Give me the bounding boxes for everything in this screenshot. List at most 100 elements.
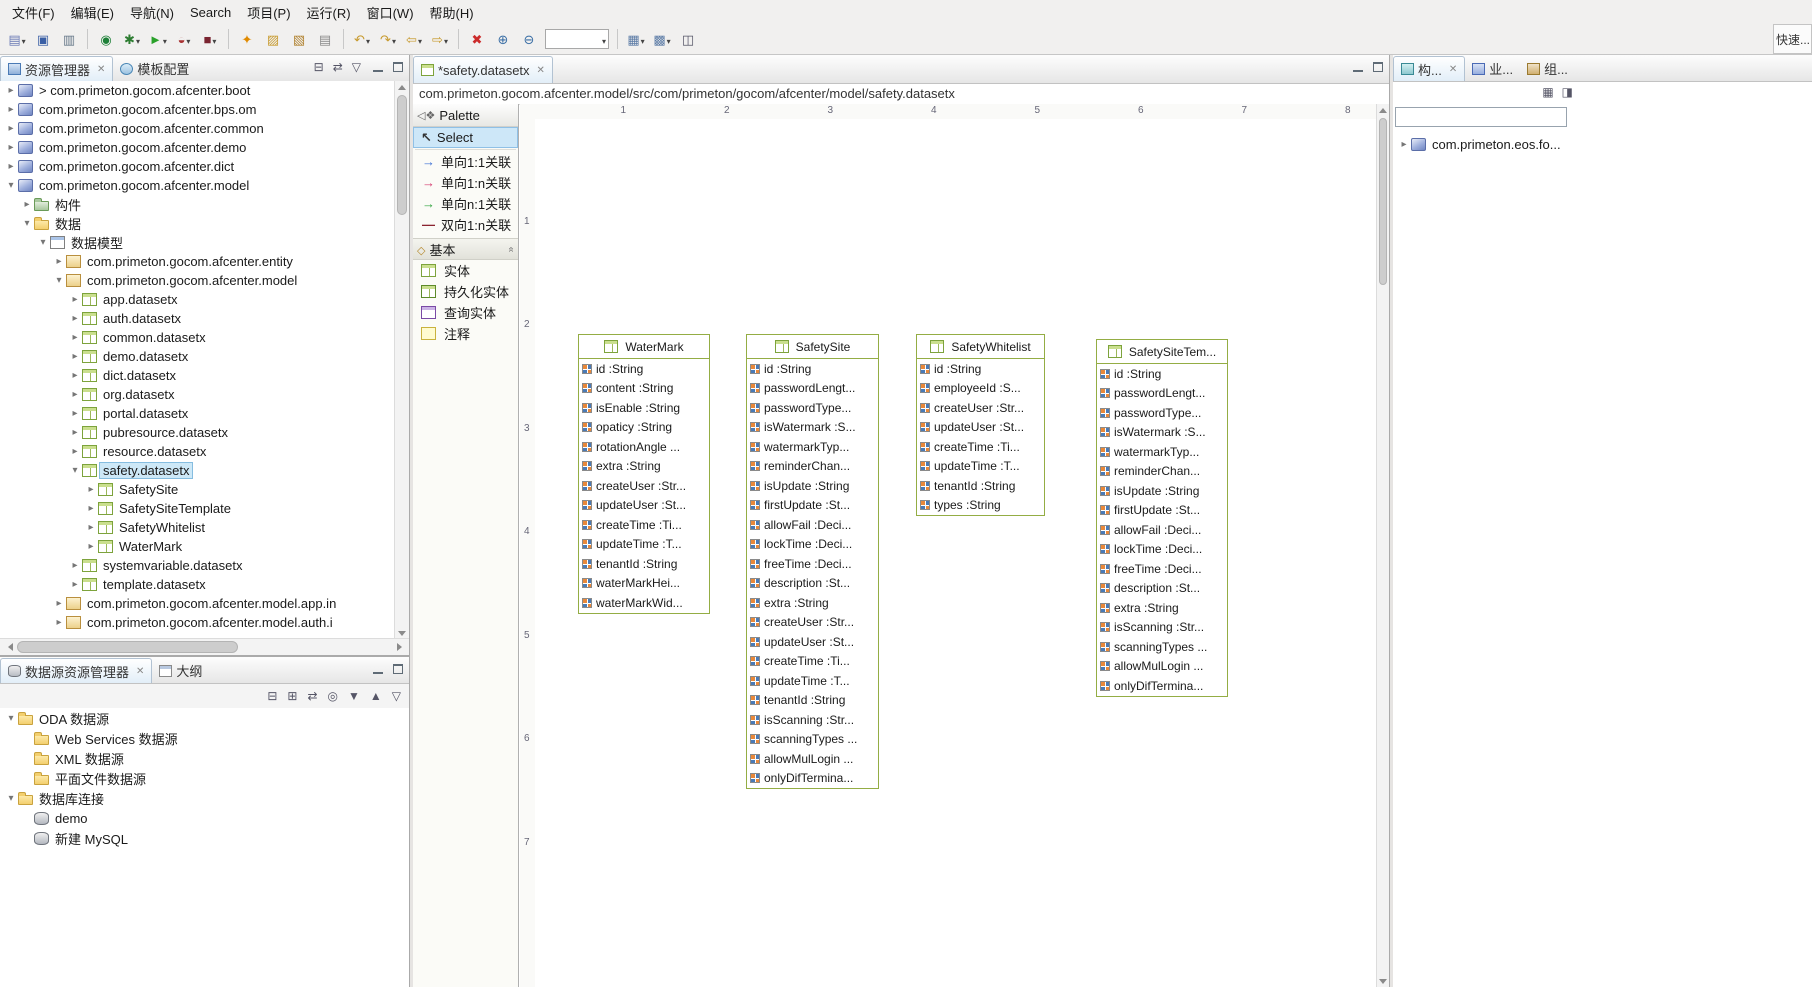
tab-template-config[interactable]: 模板配置: [113, 56, 196, 81]
chevron-right-icon[interactable]: [68, 446, 82, 457]
tree-item[interactable]: template.datasetx: [0, 575, 395, 594]
chevron-right-icon[interactable]: [68, 389, 82, 400]
editor-vertical-scrollbar[interactable]: [1376, 104, 1389, 987]
tab-resource-explorer[interactable]: 资源管理器: [0, 56, 113, 81]
entity-attribute[interactable]: lockTime :Deci...: [1097, 540, 1227, 560]
entity-attribute[interactable]: firstUpdate :St...: [747, 496, 878, 516]
tab-business[interactable]: 业...: [1465, 56, 1520, 81]
minimize-icon[interactable]: [372, 664, 384, 674]
explorer-horizontal-scrollbar[interactable]: [0, 638, 409, 655]
entity-attribute[interactable]: extra :String: [579, 457, 709, 477]
set-default-icon[interactable]: ◎: [328, 689, 338, 703]
tree-item[interactable]: XML 数据源: [0, 748, 409, 768]
entity-attribute[interactable]: createTime :Ti...: [747, 652, 878, 672]
chevron-right-icon[interactable]: [4, 85, 18, 96]
tree-item[interactable]: 构件: [0, 195, 395, 214]
menu-help[interactable]: 帮助(H): [422, 0, 482, 25]
chevron-down-icon[interactable]: [68, 465, 82, 476]
export-config-icon[interactable]: ▲: [370, 689, 382, 703]
entity-attribute[interactable]: extra :String: [747, 593, 878, 613]
chevron-right-icon[interactable]: [84, 541, 98, 552]
debug-button[interactable]: ✱: [120, 28, 144, 50]
scroll-right-icon[interactable]: [393, 639, 409, 655]
tree-item[interactable]: SafetySite: [0, 480, 395, 499]
entity-attribute[interactable]: onlyDifTermina...: [747, 769, 878, 789]
chevron-right-icon[interactable]: [68, 294, 82, 305]
back-button[interactable]: ⇦: [402, 28, 426, 50]
tree-item[interactable]: 数据: [0, 214, 395, 233]
chevron-right-icon[interactable]: [68, 313, 82, 324]
tree-item[interactable]: app.datasetx: [0, 290, 395, 309]
tree-item[interactable]: demo: [0, 808, 409, 828]
palette-tool-relation[interactable]: →单向1:1关联: [413, 151, 518, 172]
palette-icon[interactable]: ❖: [425, 110, 435, 122]
entity-attribute[interactable]: isWatermark :S...: [1097, 423, 1227, 443]
entity-attribute[interactable]: tenantId :String: [747, 691, 878, 711]
entity-attribute[interactable]: passwordLengt...: [747, 379, 878, 399]
search-button[interactable]: ✦: [235, 28, 259, 50]
external-tools-button[interactable]: ■: [198, 28, 222, 50]
quick-access-box[interactable]: 快速...: [1773, 24, 1812, 54]
zoom-out-button[interactable]: ⊖: [517, 28, 541, 50]
tree-item[interactable]: systemvariable.datasetx: [0, 556, 395, 575]
palette-section-basic[interactable]: 基本: [413, 238, 518, 260]
tree-item[interactable]: common.datasetx: [0, 328, 395, 347]
entity-attribute[interactable]: lockTime :Deci...: [747, 535, 878, 555]
chevron-right-icon[interactable]: [68, 351, 82, 362]
palette-view-button[interactable]: ▩: [650, 28, 674, 50]
scroll-left-icon[interactable]: [0, 639, 16, 655]
tree-item[interactable]: Web Services 数据源: [0, 728, 409, 748]
entity-attribute[interactable]: watermarkTyp...: [747, 437, 878, 457]
chevron-down-icon[interactable]: [22, 32, 26, 47]
tree-item[interactable]: dict.datasetx: [0, 366, 395, 385]
menu-edit[interactable]: 编辑(E): [63, 0, 122, 25]
import-component-icon[interactable]: ▦: [1542, 85, 1553, 99]
close-icon[interactable]: [537, 65, 545, 76]
view-menu-icon[interactable]: ▽: [392, 689, 401, 703]
chevron-down-icon[interactable]: [392, 32, 396, 47]
entity-attribute[interactable]: watermarkTyp...: [1097, 442, 1227, 462]
tree-item[interactable]: com.primeton.gocom.afcenter.model: [0, 176, 395, 195]
chevron-right-icon[interactable]: [68, 560, 82, 571]
palette-tool-relation[interactable]: →单向1:n关联: [413, 172, 518, 193]
tree-item[interactable]: com.primeton.gocom.afcenter.demo: [0, 138, 395, 157]
scrollbar-thumb[interactable]: [17, 641, 238, 653]
entity-attribute[interactable]: id :String: [579, 359, 709, 379]
start-server-button[interactable]: ◉: [94, 28, 118, 50]
entity-attribute[interactable]: id :String: [747, 359, 878, 379]
chevron-right-icon[interactable]: [68, 370, 82, 381]
chevron-down-icon[interactable]: [418, 32, 422, 47]
entity-attribute[interactable]: freeTime :Deci...: [1097, 559, 1227, 579]
component-filter-input[interactable]: [1395, 107, 1567, 127]
chevron-down-icon[interactable]: [20, 218, 34, 229]
tree-item[interactable]: com.primeton.gocom.afcenter.model.app.in: [0, 594, 395, 613]
entity-attribute[interactable]: isUpdate :String: [747, 476, 878, 496]
tab-groups[interactable]: 组...: [1520, 56, 1575, 81]
chevron-down-icon[interactable]: [163, 32, 167, 47]
entity-attribute[interactable]: firstUpdate :St...: [1097, 501, 1227, 521]
zoom-in-button[interactable]: ⊕: [491, 28, 515, 50]
entity-attribute[interactable]: opaticy :String: [579, 418, 709, 438]
breadcrumb[interactable]: com.primeton.gocom.afcenter.model/src/co…: [413, 84, 1389, 105]
menu-project[interactable]: 项目(P): [239, 0, 298, 25]
tree-item[interactable]: SafetySiteTemplate: [0, 499, 395, 518]
undo-button[interactable]: ↶: [350, 28, 374, 50]
entity-attribute[interactable]: isScanning :Str...: [747, 710, 878, 730]
entity-attribute[interactable]: reminderChan...: [1097, 462, 1227, 482]
tree-item[interactable]: pubresource.datasetx: [0, 423, 395, 442]
chevron-down-icon[interactable]: [52, 275, 66, 286]
entity-attribute[interactable]: passwordType...: [1097, 403, 1227, 423]
link-with-editor-icon[interactable]: ⇄: [307, 689, 317, 703]
tab-components[interactable]: 构...: [1393, 56, 1465, 81]
tree-item[interactable]: > com.primeton.gocom.afcenter.boot: [0, 81, 395, 100]
entity-box[interactable]: SafetySiteTem...id :StringpasswordLengt.…: [1096, 339, 1228, 697]
chevron-right-icon[interactable]: [4, 161, 18, 172]
tree-item[interactable]: demo.datasetx: [0, 347, 395, 366]
palette-header[interactable]: ◁❖ Palette: [413, 104, 518, 127]
entity-attribute[interactable]: description :St...: [1097, 579, 1227, 599]
close-icon[interactable]: [136, 666, 144, 677]
expand-all-icon[interactable]: ⊞: [287, 689, 297, 703]
entity-attribute[interactable]: updateUser :St...: [579, 496, 709, 516]
scroll-down-icon[interactable]: [1377, 975, 1389, 987]
entity-attribute[interactable]: allowMulLogin ...: [1097, 657, 1227, 677]
